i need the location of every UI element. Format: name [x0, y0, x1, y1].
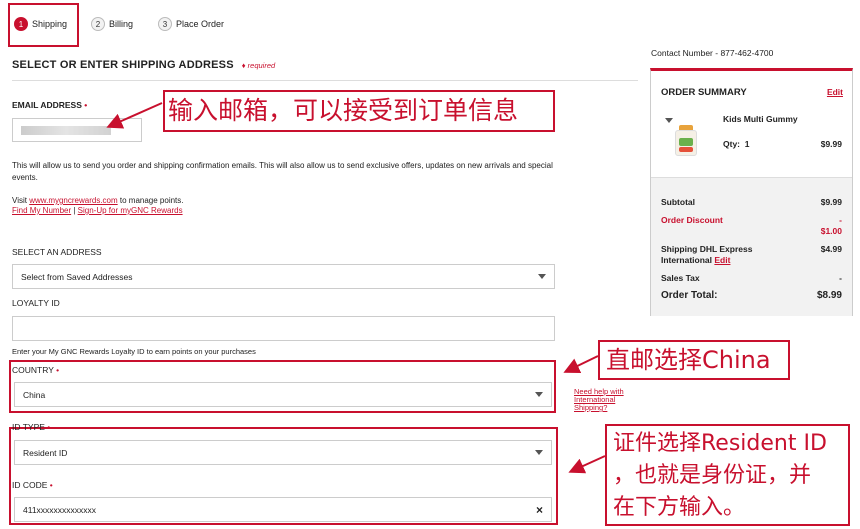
arrow-email — [106, 102, 163, 129]
arrow-id — [568, 455, 606, 474]
arrow-country — [563, 355, 599, 373]
annotation-email: 输入邮箱，可以接受到订单信息 — [163, 90, 555, 132]
annotation-id: 证件选择Resident ID ，也就是身份证，并 在下方输入。 — [605, 424, 850, 526]
annotation-country: 直邮选择China — [598, 340, 790, 380]
